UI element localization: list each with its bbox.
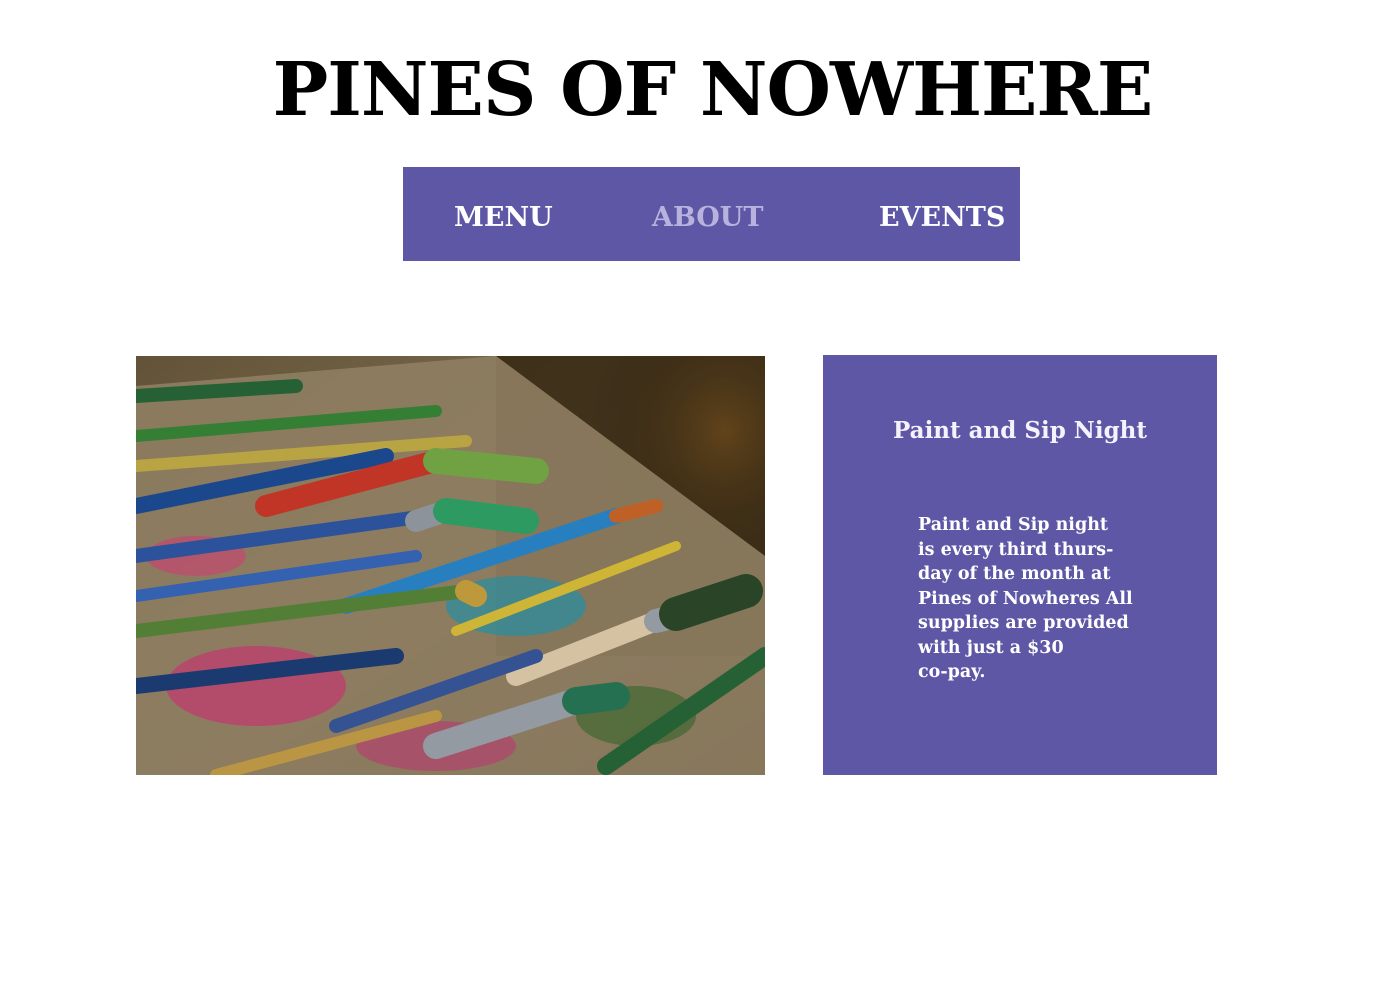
paint-brushes-photo bbox=[136, 356, 765, 775]
event-card: Paint and Sip Night Paint and Sip night … bbox=[823, 355, 1217, 775]
event-description: Paint and Sip night is every third thurs… bbox=[918, 515, 1133, 682]
nav-item-about[interactable]: ABOUT bbox=[652, 167, 763, 261]
page: PINES OF NOWHERE MENU ABOUT EVENTS Paint… bbox=[0, 0, 1400, 1000]
event-title: Paint and Sip Night bbox=[892, 417, 1147, 444]
main-nav: MENU ABOUT EVENTS bbox=[403, 167, 1020, 261]
nav-item-events[interactable]: EVENTS bbox=[879, 167, 1005, 261]
nav-item-menu[interactable]: MENU bbox=[454, 167, 553, 261]
site-title: PINES OF NOWHERE bbox=[272, 47, 1154, 133]
